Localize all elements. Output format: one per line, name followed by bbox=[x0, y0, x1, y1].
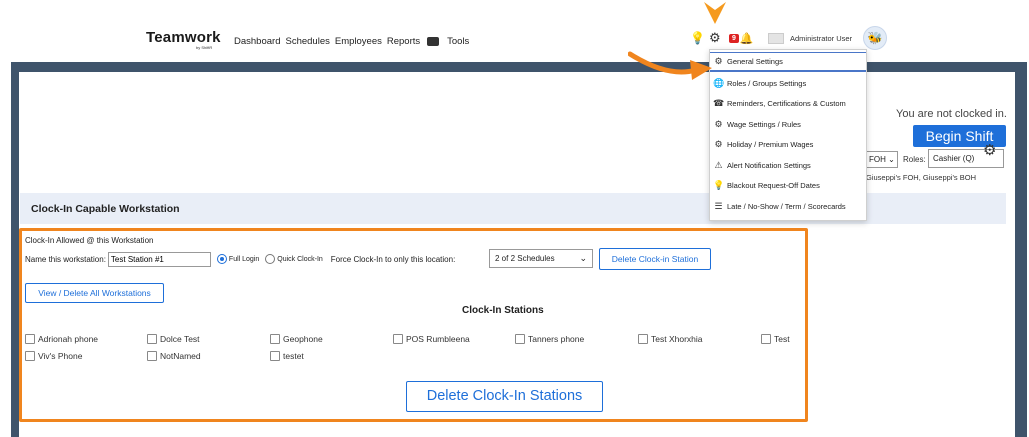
mail-icon[interactable] bbox=[767, 32, 784, 44]
logo-subtitle: by ShiftR bbox=[196, 45, 213, 50]
header-icons: 💡 ⚙ 9 🔔 bbox=[690, 27, 784, 49]
gear-cursor-icon: ⚙ bbox=[983, 142, 997, 159]
section-title: Clock-In Capable Workstation bbox=[31, 203, 180, 215]
wage-icon: ⚙ bbox=[714, 138, 723, 149]
settings-dropdown: ⚙ General Settings 🌐 Roles / Groups Settin… bbox=[709, 49, 867, 221]
menu-item-holiday-wages[interactable]: ⚙ Holiday / Premium Wages bbox=[710, 134, 866, 154]
nav-dashboard[interactable]: Dashboard bbox=[234, 36, 280, 47]
location-value: FOH bbox=[869, 155, 886, 164]
menu-item-label: Wage Settings / Rules bbox=[727, 119, 801, 129]
nav-employees[interactable]: Employees bbox=[335, 36, 382, 47]
clock-status-text: You are not clocked in. bbox=[896, 108, 1007, 120]
menu-item-label: Holiday / Premium Wages bbox=[727, 139, 814, 149]
gear-icon: ⚙ bbox=[714, 56, 723, 66]
roles-locations: Giuseppi's FOH, Giuseppi's BOH bbox=[866, 173, 976, 182]
bell-icon: ☎ bbox=[713, 97, 725, 108]
bell-icon[interactable]: 🔔 bbox=[740, 32, 754, 45]
menu-item-label: Reminders, Certifications & Custom bbox=[727, 98, 846, 108]
menu-item-roles-groups[interactable]: 🌐 Roles / Groups Settings bbox=[710, 73, 866, 93]
menu-item-general-settings[interactable]: ⚙ General Settings bbox=[710, 52, 866, 72]
main-nav: Dashboard Schedules Employees Reports To… bbox=[234, 36, 474, 47]
menu-item-label: Roles / Groups Settings bbox=[727, 78, 807, 88]
location-select[interactable]: FOH ⌄ bbox=[866, 151, 898, 168]
menu-item-label: Blackout Request-Off Dates bbox=[727, 180, 820, 190]
menu-item-alert-notifications[interactable]: ⚠ Alert Notification Settings bbox=[710, 155, 866, 175]
menu-item-label: Late / No-Show / Term / Scorecards bbox=[727, 201, 846, 211]
menu-item-label: Alert Notification Settings bbox=[727, 160, 811, 170]
nav-tools[interactable]: Tools bbox=[447, 36, 469, 47]
pointer-arrow-down-icon bbox=[704, 2, 726, 24]
menu-item-label: General Settings bbox=[727, 57, 783, 66]
top-navigation-bar: Teamwork by ShiftR Dashboard Schedules E… bbox=[0, 0, 1029, 62]
menu-item-reminders[interactable]: ☎ Reminders, Certifications & Custom bbox=[710, 93, 866, 113]
curved-arrow-icon bbox=[628, 51, 712, 80]
menu-item-wage-settings[interactable]: ⚙ Wage Settings / Rules bbox=[710, 114, 866, 134]
lightbulb-icon[interactable]: 💡 bbox=[690, 31, 705, 45]
notification-badge[interactable]: 9 bbox=[729, 33, 739, 43]
roles-label: Roles: bbox=[903, 155, 926, 164]
user-name[interactable]: Administrator User bbox=[790, 34, 852, 43]
wage-icon: ⚙ bbox=[714, 118, 723, 129]
gear-icon[interactable]: ⚙ bbox=[709, 30, 723, 46]
scorecard-icon: ☰ bbox=[714, 200, 723, 211]
menu-item-scorecards[interactable]: ☰ Late / No-Show / Term / Scorecards bbox=[710, 196, 866, 216]
teamwork-logo[interactable]: Teamwork bbox=[146, 29, 221, 46]
report-icon[interactable] bbox=[427, 37, 440, 46]
globe-icon: 🌐 bbox=[713, 77, 725, 88]
warning-icon: ⚠ bbox=[714, 159, 723, 170]
nav-schedules[interactable]: Schedules bbox=[285, 36, 329, 47]
highlight-box bbox=[19, 228, 808, 422]
avatar[interactable]: 🐝 bbox=[863, 26, 887, 50]
bulb-icon: 💡 bbox=[713, 179, 725, 190]
menu-item-blackout-dates[interactable]: 💡 Blackout Request-Off Dates bbox=[710, 175, 866, 195]
nav-reports[interactable]: Reports bbox=[387, 36, 420, 47]
